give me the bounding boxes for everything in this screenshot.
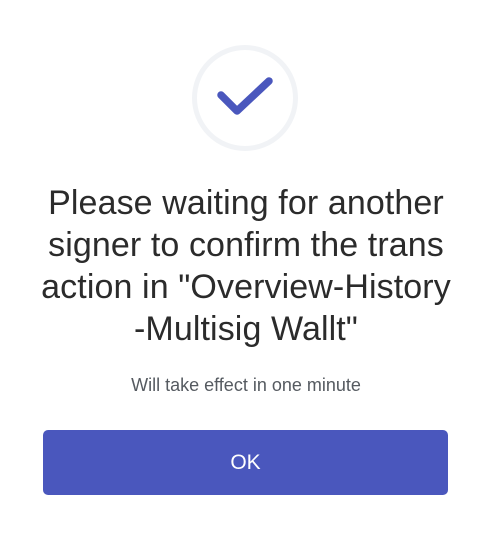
dialog-title: Please waiting for another signer to con… bbox=[41, 184, 451, 348]
ok-button[interactable]: OK bbox=[43, 430, 448, 495]
dialog-subtitle: Will take effect in one minute bbox=[131, 375, 361, 395]
check-icon bbox=[217, 77, 273, 115]
confirmation-dialog: Please waiting for another signer to con… bbox=[0, 0, 492, 540]
success-icon-ring bbox=[192, 45, 298, 151]
